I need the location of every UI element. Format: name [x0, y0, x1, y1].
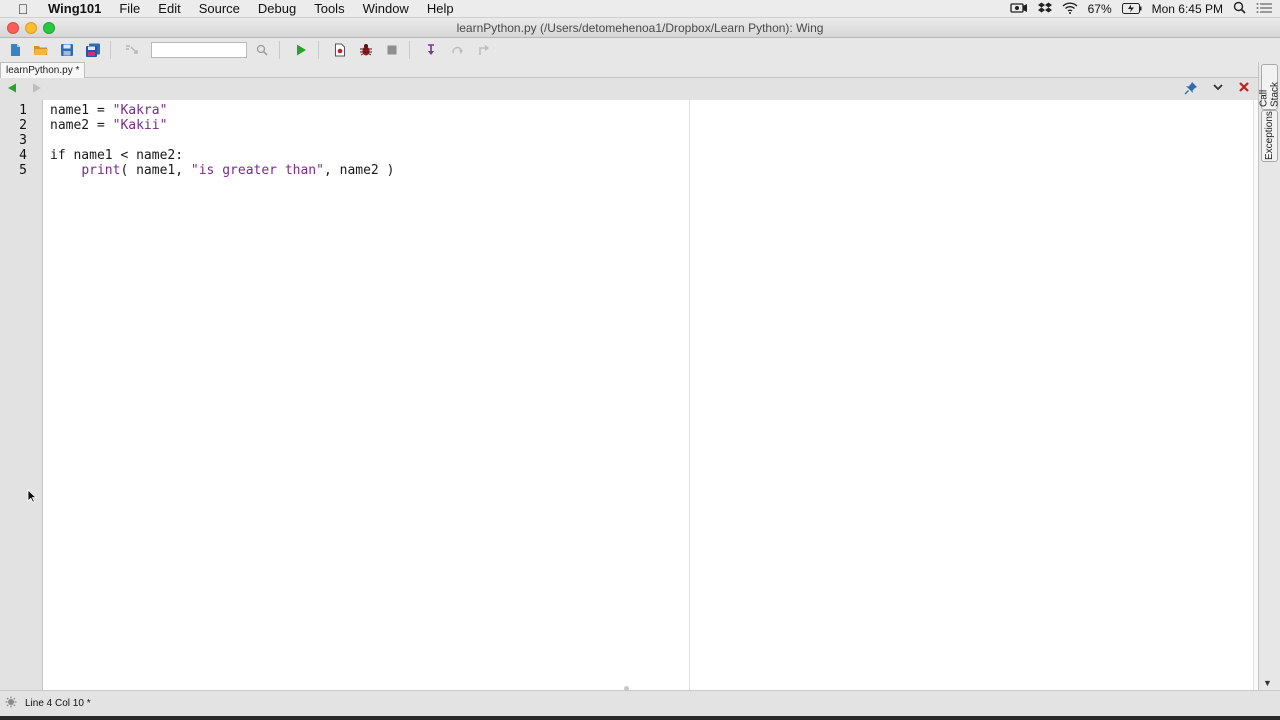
macos-menubar:  Wing101 File Edit Source Debug Tools W… — [0, 0, 1280, 18]
save-all-icon[interactable] — [82, 40, 104, 60]
window-close-button[interactable] — [7, 22, 19, 34]
back-arrow-icon[interactable] — [6, 82, 18, 97]
notification-center-icon[interactable] — [1256, 2, 1272, 17]
toolbar-separator — [279, 41, 280, 59]
debug-file-icon[interactable] — [329, 40, 351, 60]
app-menu[interactable]: Wing101 — [46, 1, 110, 16]
save-icon[interactable] — [56, 40, 78, 60]
window-minimize-button[interactable] — [25, 22, 37, 34]
spotlight-search-icon[interactable] — [1233, 1, 1246, 17]
window-zoom-button[interactable] — [43, 22, 55, 34]
code-line[interactable]: print( name1, "is greater than", name2 ) — [50, 163, 394, 178]
step-into-icon[interactable] — [420, 40, 442, 60]
close-editor-icon[interactable] — [1238, 81, 1250, 96]
right-margin-guide — [689, 100, 690, 690]
step-over-icon[interactable] — [446, 40, 468, 60]
window-controls — [7, 22, 55, 34]
chevron-down-icon[interactable] — [1212, 81, 1224, 96]
scroll-down-arrow-icon[interactable]: ▼ — [1263, 678, 1272, 688]
clock[interactable]: Mon 6:45 PM — [1152, 2, 1223, 16]
code-token: name2 = — [50, 118, 113, 133]
goto-definition-icon[interactable] — [121, 40, 143, 60]
run-icon[interactable] — [290, 40, 312, 60]
forward-arrow-icon[interactable] — [31, 82, 43, 97]
status-bar: Line 4 Col 10 * — [0, 690, 1280, 716]
code-token: name1 = — [50, 103, 113, 118]
line-number: 1 — [19, 103, 27, 118]
menu-tools[interactable]: Tools — [305, 1, 353, 16]
mouse-pointer-icon — [27, 489, 38, 506]
code-line[interactable]: name1 = "Kakra" — [50, 103, 167, 118]
toolbar-separator — [318, 41, 319, 59]
dropbox-icon[interactable] — [1037, 2, 1052, 17]
cursor-position: Line 4 Col 10 * — [25, 698, 91, 709]
line-number: 4 — [19, 148, 27, 163]
side-tool-tabs: Call Stack Exceptions — [1258, 62, 1280, 690]
toolbar-separator — [409, 41, 410, 59]
stop-icon[interactable] — [381, 40, 403, 60]
pin-icon[interactable] — [1184, 81, 1198, 98]
string-token: "Kakii" — [112, 118, 168, 133]
wifi-icon[interactable] — [1062, 1, 1078, 17]
code-line[interactable]: name2 = "Kakii" — [50, 118, 167, 133]
menu-window[interactable]: Window — [354, 1, 418, 16]
battery-percent: 67% — [1087, 2, 1112, 16]
debug-status-icon[interactable] — [5, 696, 17, 711]
menu-file[interactable]: File — [110, 1, 149, 16]
menu-debug[interactable]: Debug — [249, 1, 305, 16]
window-titlebar: learnPython.py (/Users/detomehenoa1/Drop… — [0, 18, 1280, 38]
line-number: 2 — [19, 118, 27, 133]
open-file-icon[interactable] — [30, 40, 52, 60]
editor-tab-bar: learnPython.py * — [0, 62, 1258, 78]
menu-source[interactable]: Source — [190, 1, 249, 16]
step-out-icon[interactable] — [472, 40, 494, 60]
screen-record-icon[interactable] — [1009, 2, 1028, 17]
string-token: "is greater than" — [190, 163, 324, 178]
vertical-scrollbar[interactable] — [1253, 100, 1258, 690]
string-token: "Kakra" — [112, 103, 168, 118]
editor-nav-bar — [0, 78, 1258, 100]
line-number: 5 — [19, 163, 27, 178]
code-editor[interactable]: name1 = "Kakra" name2 = "Kakii" if name1… — [43, 100, 1253, 690]
line-number: 3 — [19, 133, 27, 148]
menu-edit[interactable]: Edit — [149, 1, 189, 16]
screen-bottom-edge — [0, 716, 1280, 720]
code-token: , name2 ) — [323, 163, 395, 178]
tab-call-stack[interactable]: Call Stack — [1259, 64, 1280, 110]
apple-menu-icon[interactable]:  — [0, 1, 46, 17]
main-toolbar — [0, 38, 1280, 62]
tab-learnpython[interactable]: learnPython.py * — [0, 62, 86, 78]
window-title: learnPython.py (/Users/detomehenoa1/Drop… — [456, 20, 824, 35]
new-file-icon[interactable] — [4, 40, 26, 60]
menu-help[interactable]: Help — [418, 1, 463, 16]
toolbar-separator — [110, 41, 111, 59]
line-number-gutter: 1 2 3 4 5 — [0, 100, 43, 690]
toolbar-search-input[interactable] — [151, 42, 247, 58]
code-token: if name1 < name2: — [50, 148, 184, 163]
battery-icon[interactable] — [1121, 2, 1142, 17]
debug-icon[interactable] — [355, 40, 377, 60]
code-line[interactable]: if name1 < name2: — [50, 148, 183, 163]
code-token: ( name1, — [120, 163, 191, 178]
tab-exceptions[interactable]: Exceptions — [1261, 110, 1278, 162]
search-icon[interactable] — [251, 40, 273, 60]
builtin-token: print — [81, 163, 121, 178]
menubar-status-area: 67% Mon 6:45 PM — [1009, 0, 1272, 18]
